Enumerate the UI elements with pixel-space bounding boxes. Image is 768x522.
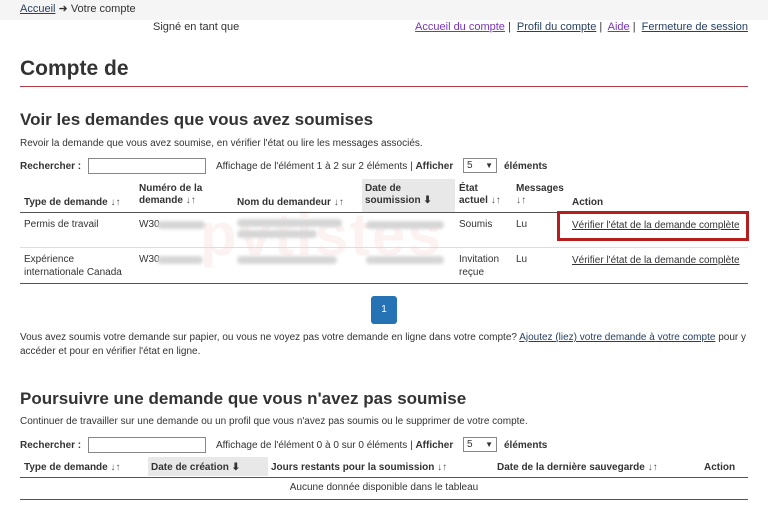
- table-info: Affichage de l'élément 1 à 2 sur 2 éléme…: [216, 161, 454, 172]
- sort-icon: ↓↑: [110, 197, 121, 208]
- table-info: Affichage de l'élément 0 à 0 sur 0 éléme…: [216, 440, 454, 451]
- col-type[interactable]: Type de demande ↓↑: [24, 462, 121, 474]
- sort-icon: ↓↑: [110, 462, 121, 473]
- redacted-name: [237, 256, 337, 264]
- table-header-rule: [20, 477, 748, 478]
- logout-link[interactable]: Fermeture de session: [642, 21, 748, 33]
- submitted-intro: Revoir la demande que vous avez soumise,…: [20, 138, 423, 149]
- sort-icon: ↓↑: [647, 462, 658, 473]
- account-profile-link[interactable]: Profil du compte: [517, 21, 596, 33]
- pagination-page-1[interactable]: 1: [371, 296, 397, 324]
- redacted-number: [157, 221, 205, 229]
- sort-icon: ↓↑: [333, 197, 344, 208]
- elements-label: éléments: [504, 440, 548, 451]
- col-days-remaining[interactable]: Jours restants pour la soumission ↓↑: [271, 462, 447, 474]
- col-number[interactable]: Numéro de la demande ↓↑: [139, 183, 202, 207]
- col-action: Action: [704, 462, 736, 473]
- breadcrumb: Accueil ➜ Votre compte: [20, 2, 136, 15]
- redacted-name: [237, 219, 342, 227]
- sort-icon: ↓↑: [516, 195, 526, 206]
- unsubmitted-search-input[interactable]: [88, 437, 206, 453]
- highlight-box: [557, 211, 749, 241]
- empty-table-message: Aucune donnée disponible dans le tableau: [289, 482, 479, 493]
- sort-icon: ↓↑: [185, 195, 196, 206]
- col-last-saved[interactable]: Date de la dernière sauvegarde ↓↑: [497, 462, 658, 474]
- title-divider: [20, 86, 748, 87]
- sort-icon: ↓↑: [437, 462, 448, 473]
- account-home-link[interactable]: Accueil du compte: [415, 21, 505, 33]
- sort-desc-icon: ⬇: [423, 195, 432, 206]
- breadcrumb-current: Votre compte: [70, 3, 136, 15]
- col-type[interactable]: Type de demande ↓↑: [24, 197, 121, 209]
- elements-label: éléments: [504, 161, 548, 172]
- search-label: Rechercher :: [20, 440, 82, 451]
- paper-application-text: Vous avez soumis votre demande sur papie…: [20, 332, 746, 357]
- submitted-search-input[interactable]: [88, 158, 206, 174]
- signed-in-text: Signé en tant que: [153, 21, 240, 33]
- arrow-right-icon: ➜: [58, 3, 68, 15]
- unsubmitted-intro: Continuer de travailler sur une demande …: [20, 416, 528, 427]
- submitted-heading: Voir les demandes que vous avez soumises: [20, 110, 374, 129]
- account-links: Accueil du compte | Profil du compte | Aid…: [415, 21, 748, 33]
- row-divider: [20, 247, 748, 248]
- unsubmitted-search-row: Rechercher : Affichage de l'élément 0 à …: [20, 437, 748, 455]
- chevron-down-icon: ▼: [485, 440, 493, 449]
- unsubmitted-heading: Poursuivre une demande que vous n'avez p…: [20, 389, 467, 408]
- col-date-submitted[interactable]: Date de soumission ⬇: [362, 179, 455, 212]
- chevron-down-icon: ▼: [485, 161, 493, 170]
- col-action: Action: [572, 197, 604, 208]
- submitted-page-size-select[interactable]: 5 ▼: [463, 158, 497, 173]
- help-link[interactable]: Aide: [608, 21, 630, 33]
- search-label: Rechercher :: [20, 161, 82, 172]
- submitted-search-row: Rechercher : Affichage de l'élément 1 à …: [20, 158, 748, 176]
- table-bottom-rule: [20, 499, 748, 500]
- page-title: Compte de: [20, 57, 129, 80]
- col-status[interactable]: État actuel ↓↑: [459, 183, 501, 207]
- link-application-link[interactable]: Ajoutez (liez) votre demande à votre com…: [519, 332, 715, 343]
- unsubmitted-page-size-select[interactable]: 5 ▼: [463, 437, 497, 452]
- col-name[interactable]: Nom du demandeur ↓↑: [237, 197, 344, 209]
- sort-desc-icon: ⬇: [231, 462, 240, 473]
- breadcrumb-home-link[interactable]: Accueil: [20, 3, 55, 15]
- redacted-name: [237, 230, 317, 238]
- redacted-date: [366, 256, 444, 264]
- redacted-date: [366, 221, 444, 229]
- col-messages[interactable]: Messages ↓↑: [516, 183, 564, 207]
- sort-icon: ↓↑: [490, 195, 501, 206]
- col-created[interactable]: Date de création ⬇: [148, 457, 268, 476]
- table-bottom-rule: [20, 283, 748, 284]
- redacted-number: [157, 256, 203, 264]
- check-status-link[interactable]: Vérifier l'état de la demande complète: [572, 254, 740, 267]
